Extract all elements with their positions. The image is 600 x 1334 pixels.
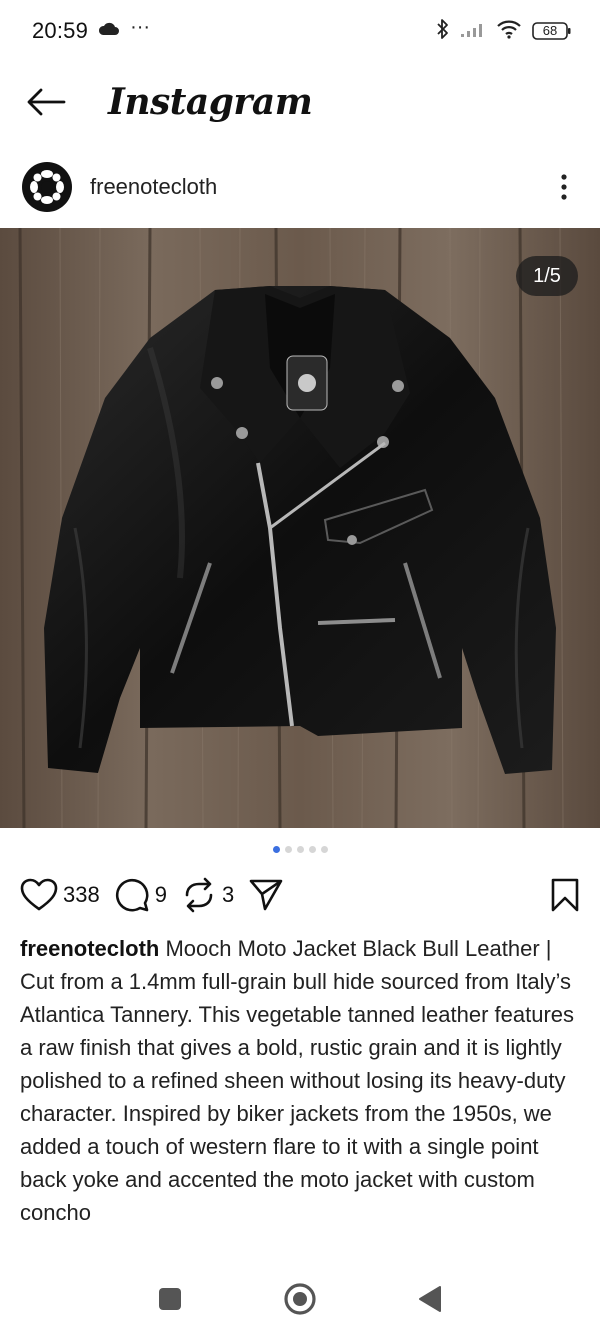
save-button[interactable] bbox=[550, 878, 580, 912]
carousel-dot bbox=[284, 846, 292, 853]
home-button[interactable] bbox=[235, 1269, 365, 1329]
status-more-indicator: ··· bbox=[130, 16, 151, 38]
cloud-icon bbox=[98, 22, 120, 41]
bluetooth-icon bbox=[436, 18, 450, 45]
post-media[interactable]: 1/5 bbox=[0, 228, 600, 828]
heart-icon bbox=[20, 878, 58, 911]
post-header: freenotecloth bbox=[0, 150, 600, 224]
wifi-icon bbox=[496, 19, 522, 44]
triangle-back-icon bbox=[419, 1286, 441, 1312]
jacket-photo bbox=[0, 228, 600, 828]
app-header: Instagram bbox=[0, 62, 600, 142]
status-bar: 20:59 ··· 68 bbox=[0, 0, 600, 62]
repost-count: 3 bbox=[221, 882, 235, 907]
status-time: 20:59 bbox=[32, 18, 89, 43]
carousel-dot bbox=[308, 846, 316, 853]
post-caption: freenotecloth Mooch Moto Jacket Black Bu… bbox=[20, 932, 580, 1262]
brand-logo-icon bbox=[30, 170, 64, 204]
square-icon bbox=[159, 1288, 181, 1310]
carousel-indicator bbox=[0, 846, 600, 853]
status-left: 20:59 ··· bbox=[32, 16, 151, 44]
back-arrow-icon bbox=[27, 88, 66, 116]
back-button[interactable] bbox=[24, 80, 68, 124]
system-navigation-bar bbox=[0, 1264, 600, 1334]
recents-button[interactable] bbox=[105, 1269, 235, 1329]
like-count: 338 bbox=[63, 882, 100, 907]
comment-icon bbox=[115, 878, 149, 912]
caption-username[interactable]: freenotecloth bbox=[20, 936, 165, 961]
send-icon bbox=[249, 879, 283, 911]
repost-icon bbox=[185, 877, 213, 913]
carousel-dot bbox=[296, 846, 304, 853]
status-right: 68 bbox=[436, 18, 572, 45]
post-username[interactable]: freenotecloth bbox=[90, 174, 217, 200]
carousel-dot-active bbox=[272, 846, 280, 853]
more-vertical-icon bbox=[561, 174, 567, 200]
caption-text: Mooch Moto Jacket Black Bull Leather | C… bbox=[20, 936, 575, 1225]
battery-icon: 68 bbox=[532, 21, 572, 41]
bookmark-icon bbox=[551, 878, 579, 912]
comment-button[interactable]: 9 bbox=[114, 877, 167, 913]
avatar[interactable] bbox=[22, 162, 72, 212]
signal-icon bbox=[460, 20, 486, 43]
page-counter: 1/5 bbox=[516, 256, 578, 296]
back-nav-button[interactable] bbox=[365, 1269, 495, 1329]
app-title: Instagram bbox=[108, 81, 313, 123]
carousel-dot bbox=[320, 846, 328, 853]
share-button[interactable] bbox=[248, 877, 284, 913]
more-options-button[interactable] bbox=[546, 165, 582, 209]
battery-level: 68 bbox=[542, 23, 558, 38]
comment-count: 9 bbox=[154, 882, 167, 907]
post-actions: 338 9 3 bbox=[0, 868, 600, 922]
circle-icon bbox=[284, 1283, 316, 1315]
repost-button[interactable]: 3 bbox=[181, 877, 234, 913]
like-button[interactable]: 338 bbox=[20, 878, 100, 912]
